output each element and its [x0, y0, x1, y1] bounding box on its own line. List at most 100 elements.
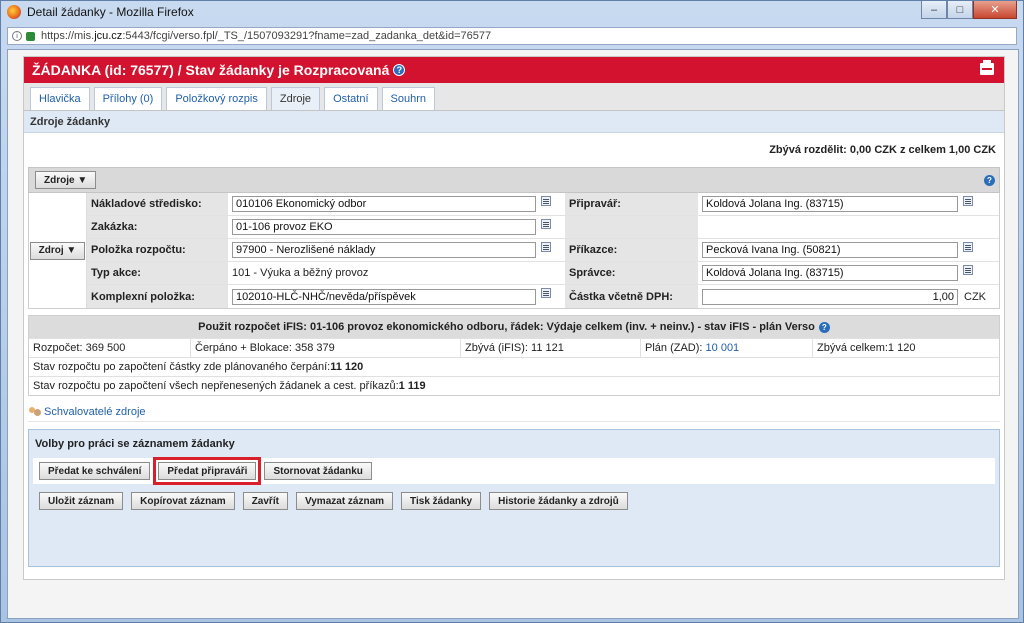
budget-item-input[interactable]: 97900 - Nerozlišené náklady	[232, 242, 536, 258]
order-cell: 01-106 provoz EKO	[229, 216, 565, 238]
delete-button[interactable]: Vymazat záznam	[295, 492, 394, 510]
budget-state-2-label: Stav rozpočtu po započtení všech nepřene…	[33, 380, 399, 392]
history-button[interactable]: Historie žádanky a zdrojů	[489, 492, 628, 510]
form-row: Komplexní položka: 102010-HLČ-NHČ/nevěda…	[87, 285, 999, 308]
source-actions: Zdroj ▼	[29, 193, 87, 308]
action-type-label: Typ akce:	[87, 262, 229, 284]
source-fields: Nákladové středisko: 010106 Ekonomický o…	[87, 193, 999, 308]
page-viewport: ŽÁDANKA (id: 76577) / Stav žádanky je Ro…	[7, 49, 1019, 619]
budget-state-1: Stav rozpočtu po započtení částky zde pl…	[29, 358, 999, 376]
section-title: Zdroje žádanky	[24, 111, 1004, 133]
approvers-label[interactable]: Schvalovatelé zdroje	[44, 406, 146, 418]
close-button[interactable]: Zavřít	[242, 492, 288, 510]
tab-prilohy[interactable]: Přílohy (0)	[93, 87, 163, 110]
budget-item-label: Položka rozpočtu:	[87, 239, 229, 261]
browser-window: Detail žádanky - Mozilla Firefox – □ ✕ i…	[0, 0, 1024, 623]
cancel-request-button[interactable]: Stornovat žádanku	[264, 462, 372, 480]
url-rest: :5443/fcgi/verso.fpl/_TS_/1507093291?fna…	[122, 30, 492, 42]
order-list-icon[interactable]	[541, 219, 551, 229]
tab-ostatni[interactable]: Ostatní	[324, 87, 378, 110]
lock-icon[interactable]	[26, 31, 35, 41]
order-label: Zakázka:	[87, 216, 229, 238]
copy-button[interactable]: Kopírovat záznam	[131, 492, 235, 510]
preparer-cell: Koldová Jolana Ing. (83715)	[699, 193, 999, 215]
budget-figures-row: Rozpočet: 369 500 Čerpáno + Blokace: 358…	[29, 338, 999, 357]
cost-center-label: Nákladové středisko:	[87, 193, 229, 215]
currency-label: CZK	[964, 290, 986, 303]
tab-polozkovy-rozpis[interactable]: Položkový rozpis	[166, 87, 267, 110]
budget-help-icon[interactable]: ?	[818, 321, 830, 333]
firefox-icon	[7, 5, 21, 19]
help-icon[interactable]: ?	[393, 64, 406, 76]
remaining-amount: Zbývá rozdělit: 0,00 CZK z celkem 1,00 C…	[769, 144, 996, 156]
minimize-icon[interactable]: –	[921, 1, 947, 19]
page-title: ŽÁDANKA (id: 76577) / Stav žádanky je Ro…	[32, 62, 390, 78]
window-controls: – □ ✕	[921, 1, 1017, 19]
sources-menu-button[interactable]: Zdroje ▼	[35, 171, 97, 189]
site-info-icon[interactable]: i	[12, 31, 22, 41]
cost-center-input[interactable]: 010106 Ekonomický odbor	[232, 196, 536, 212]
sources-toolbar: Zdroje ▼ ?	[28, 167, 1000, 193]
budget-title: Použit rozpočet iFIS: 01-106 provoz ekon…	[29, 316, 999, 338]
page-header: ŽÁDANKA (id: 76577) / Stav žádanky je Ro…	[24, 57, 1004, 83]
tab-hlavicka[interactable]: Hlavička	[30, 87, 90, 110]
tab-souhrn[interactable]: Souhrn	[381, 87, 436, 110]
url-bar[interactable]: i https://mis. jcu.cz:5443/fcgi/verso.fpl…	[7, 27, 1017, 45]
cost-center-cell: 010106 Ekonomický odbor	[229, 193, 565, 215]
maximize-icon[interactable]: □	[947, 1, 973, 19]
form-row: Zakázka: 01-106 provoz EKO	[87, 216, 999, 239]
tab-zdroje[interactable]: Zdroje	[270, 87, 321, 110]
action-type-cell: 101 - Výuka a běžný provoz	[229, 262, 565, 284]
manager-input[interactable]: Koldová Jolana Ing. (83715)	[702, 265, 958, 281]
budget-state-2-value: 1 119	[398, 380, 426, 392]
amount-input[interactable]: 1,00	[702, 288, 958, 305]
issuer-list-icon[interactable]	[963, 242, 973, 252]
budget-state-1-value: 11 120	[330, 361, 364, 373]
budget-plan-label: Plán (ZAD):	[645, 342, 703, 354]
sources-help-icon[interactable]: ?	[984, 175, 995, 186]
cost-center-list-icon[interactable]	[541, 196, 551, 206]
budget-state-2: Stav rozpočtu po započtení všech nepřene…	[29, 377, 999, 395]
preparer-list-icon[interactable]	[963, 196, 973, 206]
empty-label	[565, 216, 699, 238]
budget-summary: Použit rozpočet iFIS: 01-106 provoz ekon…	[28, 315, 1000, 396]
amount-label: Částka včetně DPH:	[565, 285, 699, 308]
budget-item-list-icon[interactable]	[541, 242, 551, 252]
title-bar: Detail žádanky - Mozilla Firefox – □ ✕	[1, 1, 1023, 23]
submit-approval-button[interactable]: Předat ke schválení	[39, 462, 151, 480]
manager-label: Správce:	[565, 262, 699, 284]
budget-plan-link[interactable]: 10 001	[706, 342, 740, 354]
budget-remaining-ifis: Zbývá (iFIS): 11 121	[461, 339, 641, 357]
budget-remaining-ifis-value: 11 121	[531, 342, 564, 354]
url-domain: jcu.cz	[94, 30, 123, 42]
manager-list-icon[interactable]	[963, 265, 973, 275]
source-form: Zdroj ▼ Nákladové středisko: 010106 Ekon…	[28, 193, 1000, 309]
tab-bar: Hlavička Přílohy (0) Položkový rozpis Zd…	[24, 83, 1004, 111]
form-row: Položka rozpočtu: 97900 - Nerozlišené ná…	[87, 239, 999, 262]
print-icon[interactable]	[980, 60, 994, 75]
window-title: Detail žádanky - Mozilla Firefox	[27, 5, 194, 19]
approvers-link[interactable]: Schvalovatelé zdroje	[28, 402, 1000, 422]
print-button[interactable]: Tisk žádanky	[401, 492, 482, 510]
preparer-input[interactable]: Koldová Jolana Ing. (83715)	[702, 196, 958, 212]
budget-state-1-label: Stav rozpočtu po započtení částky zde pl…	[33, 361, 331, 373]
issuer-input[interactable]: Pecková Ivana Ing. (50821)	[702, 242, 958, 258]
budget-remaining-ifis-label: Zbývá (iFIS):	[465, 342, 528, 354]
form-row: Nákladové středisko: 010106 Ekonomický o…	[87, 193, 999, 216]
complex-item-list-icon[interactable]	[541, 288, 551, 298]
issuer-cell: Pecková Ivana Ing. (50821)	[699, 239, 999, 261]
complex-item-cell: 102010-HLČ-NHČ/nevěda/příspěvek	[229, 285, 565, 308]
source-menu-button[interactable]: Zdroj ▼	[29, 241, 86, 260]
people-icon	[28, 406, 42, 418]
workflow-buttons: Předat ke schválení Předat připraváři St…	[33, 457, 995, 485]
complex-item-input[interactable]: 102010-HLČ-NHČ/nevěda/příspěvek	[232, 288, 536, 305]
budget-state-row: Stav rozpočtu po započtení všech nepřene…	[29, 376, 999, 395]
save-button[interactable]: Uložit záznam	[39, 492, 124, 510]
amount-cell: 1,00 CZK	[699, 285, 999, 308]
close-icon[interactable]: ✕	[973, 1, 1017, 19]
issuer-label: Příkazce:	[565, 239, 699, 261]
manager-cell: Koldová Jolana Ing. (83715)	[699, 262, 999, 284]
submit-preparer-button[interactable]: Předat připraváři	[153, 457, 262, 485]
record-options: Volby pro práci se záznamem žádanky Před…	[28, 429, 1000, 567]
order-input[interactable]: 01-106 provoz EKO	[232, 219, 536, 235]
